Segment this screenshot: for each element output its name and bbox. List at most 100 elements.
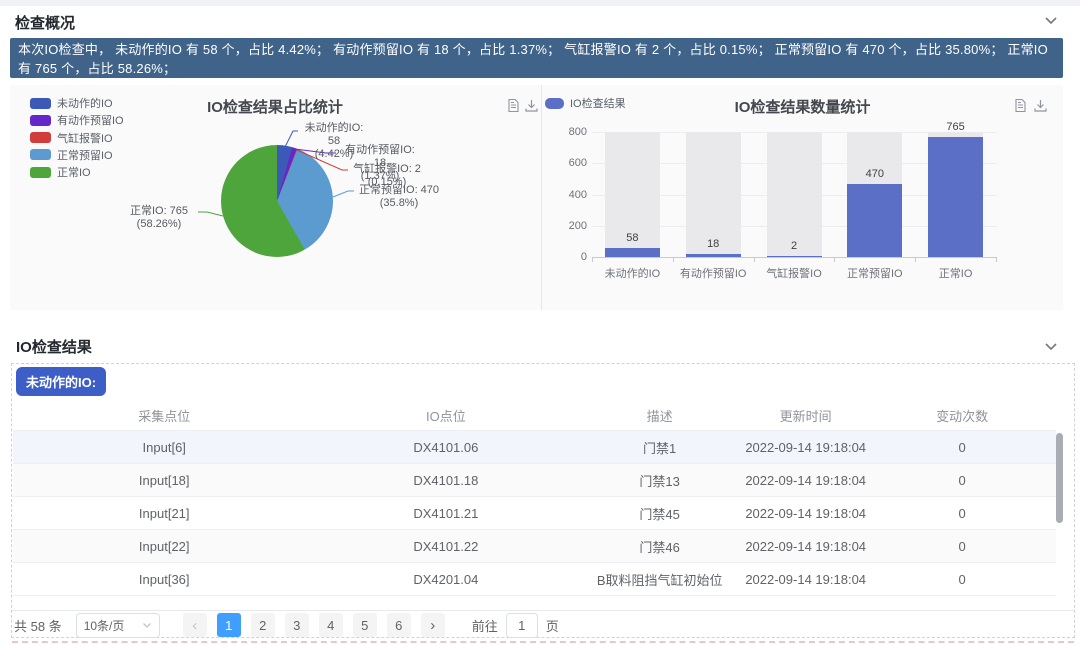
result-type-badge[interactable]: 未动作的IO:	[16, 367, 106, 396]
dashboard-screen: 检查概况 本次IO检查中， 未动作的IO 有 58 个，占比 4.42%； 有动…	[0, 0, 1080, 646]
table-cell: Input[6]	[13, 440, 315, 455]
table-cell: Input[21]	[13, 506, 315, 521]
table-cell: 2022-09-14 19:18:04	[743, 572, 868, 587]
next-page-button[interactable]: ›	[421, 613, 445, 637]
table-cell: 0	[868, 506, 1056, 521]
pie-legend-item[interactable]: 正常IO	[30, 164, 91, 180]
table-cell: 门禁45	[576, 504, 743, 523]
table-cell: Input[22]	[13, 539, 315, 554]
table-row[interactable]: Input[18]DX4101.18门禁132022-09-14 19:18:0…	[13, 464, 1056, 497]
prev-page-button[interactable]: ‹	[183, 613, 207, 637]
x-axis-tick	[996, 258, 997, 262]
bar-value-label: 2	[764, 240, 824, 252]
table-cell: DX4201.04	[315, 572, 576, 587]
pie-legend-item[interactable]: 气缸报警IO	[30, 130, 113, 146]
bar[interactable]	[686, 254, 741, 257]
table-row[interactable]: Input[21]DX4101.21门禁452022-09-14 19:18:0…	[13, 497, 1056, 530]
pie-legend-swatch	[30, 149, 51, 160]
x-axis-tick	[754, 258, 755, 262]
bar[interactable]	[847, 184, 902, 257]
bar[interactable]	[767, 256, 822, 257]
y-axis-tick-label: 600	[547, 157, 587, 169]
pie-legend-item[interactable]: 正常预留IO	[30, 147, 113, 163]
total-count-label: 共 58 条	[14, 616, 62, 635]
page-size-select[interactable]: 10条/页	[76, 613, 160, 638]
table-row[interactable]: Input[36]DX4201.04B取料阻挡气缸初始位2022-09-14 1…	[13, 563, 1056, 596]
page-button[interactable]: 2	[251, 613, 275, 637]
table-row[interactable]: Input[6]DX4101.06门禁12022-09-14 19:18:040	[13, 431, 1056, 464]
pie-chart[interactable]	[221, 145, 333, 257]
bottom-dashed-line	[12, 641, 1074, 643]
page-button[interactable]: 1	[217, 613, 241, 637]
x-axis-tick	[592, 258, 593, 262]
table-cell: 0	[868, 473, 1056, 488]
y-axis-tick-label: 800	[547, 126, 587, 138]
pie-download-icon[interactable]	[524, 98, 539, 113]
summary-banner-text: 本次IO检查中， 未动作的IO 有 58 个，占比 4.42%； 有动作预留IO…	[18, 39, 1055, 77]
bar-value-label: 470	[845, 168, 905, 180]
results-table: 采集点位IO点位描述更新时间变动次数 Input[6]DX4101.06门禁120…	[13, 400, 1056, 596]
table-cell: DX4101.18	[315, 473, 576, 488]
bar-legend-swatch	[545, 98, 564, 109]
goto-label: 前往	[472, 616, 498, 635]
goto-page-input[interactable]	[506, 613, 538, 638]
page-button[interactable]: 4	[319, 613, 343, 637]
pie-legend-label: 正常预留IO	[57, 147, 113, 163]
bar-legend-item[interactable]: IO检查结果	[545, 95, 626, 111]
charts-panel-divider	[541, 85, 542, 310]
table-cell: 0	[868, 440, 1056, 455]
page-buttons: 123456	[212, 613, 416, 637]
section-results-title: IO检查结果	[16, 336, 92, 357]
table-cell: 门禁1	[576, 438, 743, 457]
pie-slice-label: 正常IO: 765(58.26%)	[122, 205, 196, 231]
table-scrollbar[interactable]	[1056, 433, 1063, 523]
page-button[interactable]: 6	[387, 613, 411, 637]
pie-legend-label: 有动作预留IO	[57, 112, 124, 128]
table-cell: 2022-09-14 19:18:04	[743, 440, 868, 455]
y-axis-tick-label: 0	[547, 251, 587, 263]
table-row[interactable]: Input[22]DX4101.22门禁462022-09-14 19:18:0…	[13, 530, 1056, 563]
results-collapse-chevron-down-icon[interactable]	[1043, 341, 1059, 353]
bar-download-icon[interactable]	[1033, 98, 1048, 113]
bar-legend-label: IO检查结果	[570, 95, 626, 111]
x-axis-category-label: 正常IO	[911, 265, 1001, 281]
pie-legend-label: 气缸报警IO	[57, 130, 113, 146]
gridline	[592, 257, 997, 258]
x-axis-category-label: 正常预留IO	[830, 265, 920, 281]
summary-banner: 本次IO检查中， 未动作的IO 有 58 个，占比 4.42%； 有动作预留IO…	[10, 38, 1063, 78]
pie-legend-label: 未动作的IO	[57, 95, 113, 111]
table-cell: Input[36]	[13, 572, 315, 587]
pie-legend-item[interactable]: 未动作的IO	[30, 95, 113, 111]
bar-value-label: 765	[926, 121, 986, 133]
pie-legend-swatch	[30, 98, 51, 109]
table-cell: 门禁13	[576, 471, 743, 490]
bar[interactable]	[605, 248, 660, 257]
bar-data-view-icon[interactable]	[1013, 98, 1028, 113]
bar[interactable]	[928, 137, 983, 257]
table-cell: DX4101.21	[315, 506, 576, 521]
x-axis-category-label: 未动作的IO	[587, 265, 677, 281]
table-cell: 2022-09-14 19:18:04	[743, 539, 868, 554]
table-header-cell: 更新时间	[743, 406, 868, 425]
page-button[interactable]: 3	[285, 613, 309, 637]
x-axis-tick	[834, 258, 835, 262]
pie-legend-swatch	[30, 115, 51, 126]
pie-data-view-icon[interactable]	[506, 98, 521, 113]
table-header-cell: 变动次数	[868, 406, 1056, 425]
y-axis-tick-label: 200	[547, 220, 587, 232]
overview-collapse-chevron-down-icon[interactable]	[1043, 15, 1059, 27]
table-header-cell: 采集点位	[13, 406, 315, 425]
table-cell: B取料阻挡气缸初始位	[576, 570, 743, 589]
pagination-bar: 共 58 条 10条/页 ‹ 123456 › 前往 页	[14, 612, 1064, 638]
page-unit-label: 页	[546, 616, 559, 635]
table-cell: 0	[868, 572, 1056, 587]
table-header-cell: 描述	[576, 406, 743, 425]
pie-legend-item[interactable]: 有动作预留IO	[30, 112, 124, 128]
pie-legend-swatch	[30, 167, 51, 178]
page-button[interactable]: 5	[353, 613, 377, 637]
pie-legend-swatch	[30, 132, 51, 143]
pie-slice-label: 正常预留IO: 470(35.8%)	[356, 184, 442, 210]
bar-background	[767, 132, 822, 257]
table-header-cell: IO点位	[315, 406, 576, 425]
select-chevron-down-icon	[142, 622, 152, 629]
